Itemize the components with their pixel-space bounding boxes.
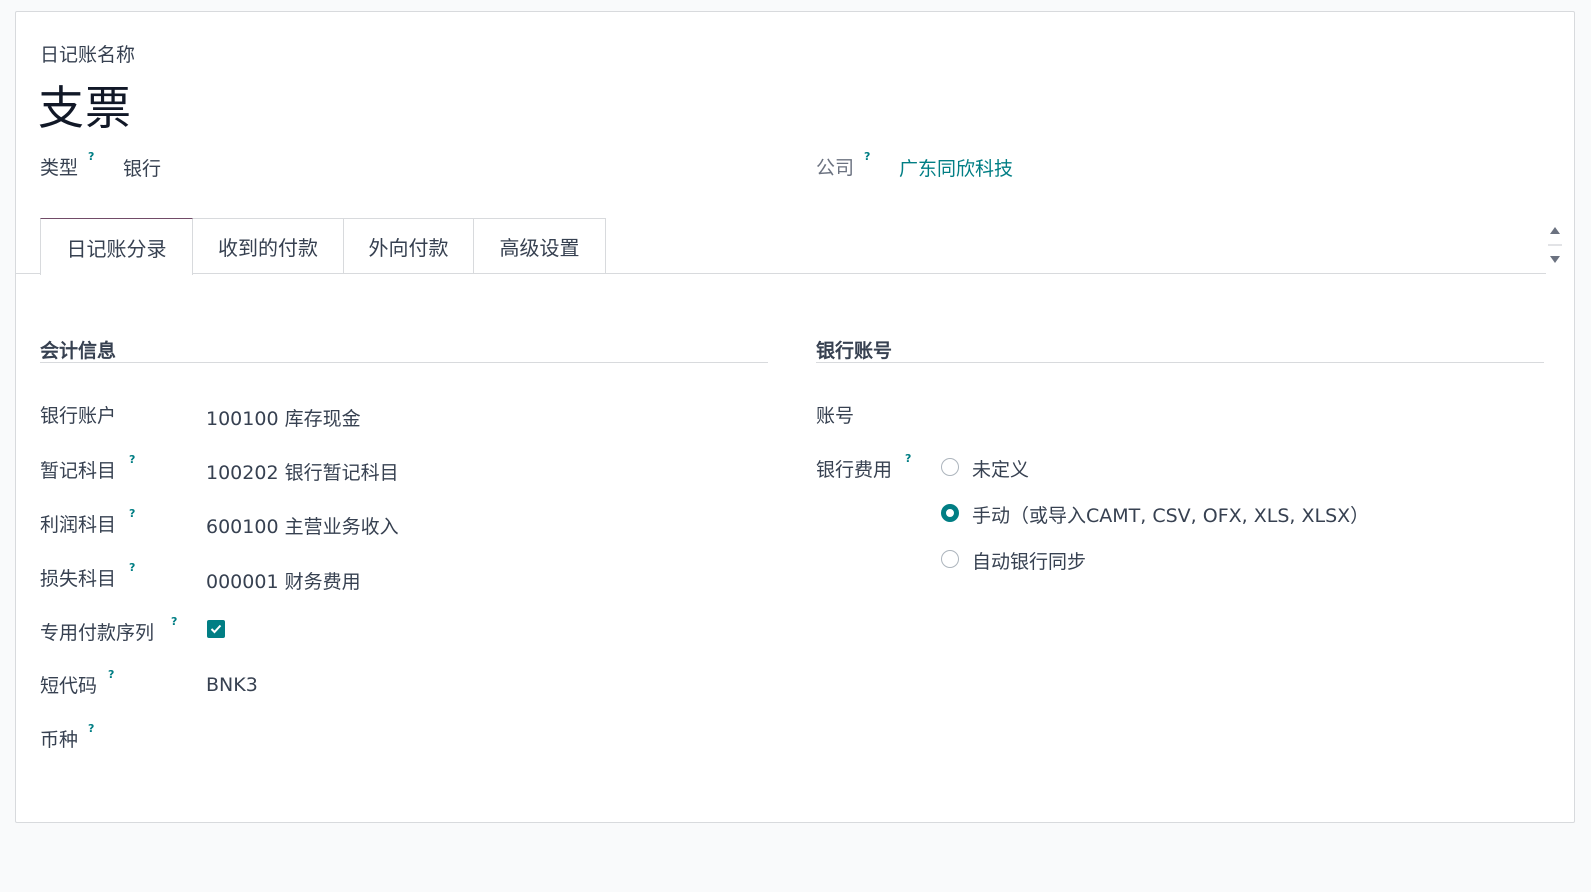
suspense-account-label: 暂记科目 xyxy=(40,460,117,482)
journal-name-label: 日记账名称 xyxy=(40,44,136,66)
type-value[interactable]: 银行 xyxy=(123,154,161,181)
loss-help-icon[interactable]: ? xyxy=(129,561,135,574)
type-help-icon[interactable]: ? xyxy=(88,150,94,163)
short-code-value[interactable]: BNK3 xyxy=(206,674,258,696)
tab-incoming-payments[interactable]: 收到的付款 xyxy=(192,218,344,273)
type-label: 类型 xyxy=(40,157,79,179)
feeds-manual-label[interactable]: 手动（或导入CAMT, CSV, OFX, XLS, XLSX） xyxy=(972,501,1369,528)
accounting-section-title: 会计信息 xyxy=(40,340,117,362)
feeds-auto-sync-label[interactable]: 自动银行同步 xyxy=(972,547,1086,574)
bank-account-value[interactable]: 100100 库存现金 xyxy=(206,404,361,431)
feeds-undefined-radio[interactable] xyxy=(941,458,959,476)
bank-feeds-label: 银行费用 xyxy=(816,459,893,481)
journal-name-value[interactable]: 支票 xyxy=(38,72,132,138)
check-icon xyxy=(210,624,222,634)
short-code-help-icon[interactable]: ? xyxy=(108,668,114,681)
company-link[interactable]: 广东同欣科技 xyxy=(899,154,1013,181)
dedicated-sequence-help-icon[interactable]: ? xyxy=(171,615,177,628)
bank-section-rule xyxy=(816,362,1544,363)
company-label: 公司 xyxy=(816,157,855,179)
feeds-manual-radio[interactable] xyxy=(941,504,959,522)
tab-journal-entries[interactable]: 日记账分录 xyxy=(40,218,193,275)
loss-account-label: 损失科目 xyxy=(40,568,117,590)
dedicated-sequence-label: 专用付款序列 xyxy=(40,622,155,644)
suspense-help-icon[interactable]: ? xyxy=(129,453,135,466)
accounting-section-rule xyxy=(40,362,768,363)
short-code-label: 短代码 xyxy=(40,675,98,697)
feeds-undefined-label[interactable]: 未定义 xyxy=(972,455,1029,482)
profit-help-icon[interactable]: ? xyxy=(129,507,135,520)
currency-help-icon[interactable]: ? xyxy=(88,722,94,735)
profit-account-value[interactable]: 600100 主营业务收入 xyxy=(206,512,399,539)
suspense-account-value[interactable]: 100202 银行暂记科目 xyxy=(206,458,399,485)
account-number-label: 账号 xyxy=(816,405,855,427)
profit-account-label: 利润科目 xyxy=(40,514,117,536)
dedicated-sequence-checkbox[interactable] xyxy=(207,620,225,638)
tab-advanced-settings[interactable]: 高级设置 xyxy=(473,218,606,273)
tabs-scroll-icon[interactable] xyxy=(1544,224,1566,268)
tab-outgoing-payments[interactable]: 外向付款 xyxy=(343,218,474,273)
bank-section-title: 银行账号 xyxy=(816,340,893,362)
bank-feeds-help-icon[interactable]: ? xyxy=(905,452,911,465)
tabs-divider xyxy=(16,273,1546,274)
bank-account-label: 银行账户 xyxy=(40,405,117,427)
currency-label: 币种 xyxy=(40,729,79,751)
loss-account-value[interactable]: 000001 财务费用 xyxy=(206,567,361,594)
form-sheet: 日记账名称 支票 类型 ? 银行 公司 ? 广东同欣科技 日记账分录 收到的付款… xyxy=(15,11,1575,823)
feeds-auto-sync-radio[interactable] xyxy=(941,550,959,568)
company-help-icon[interactable]: ? xyxy=(864,150,870,163)
